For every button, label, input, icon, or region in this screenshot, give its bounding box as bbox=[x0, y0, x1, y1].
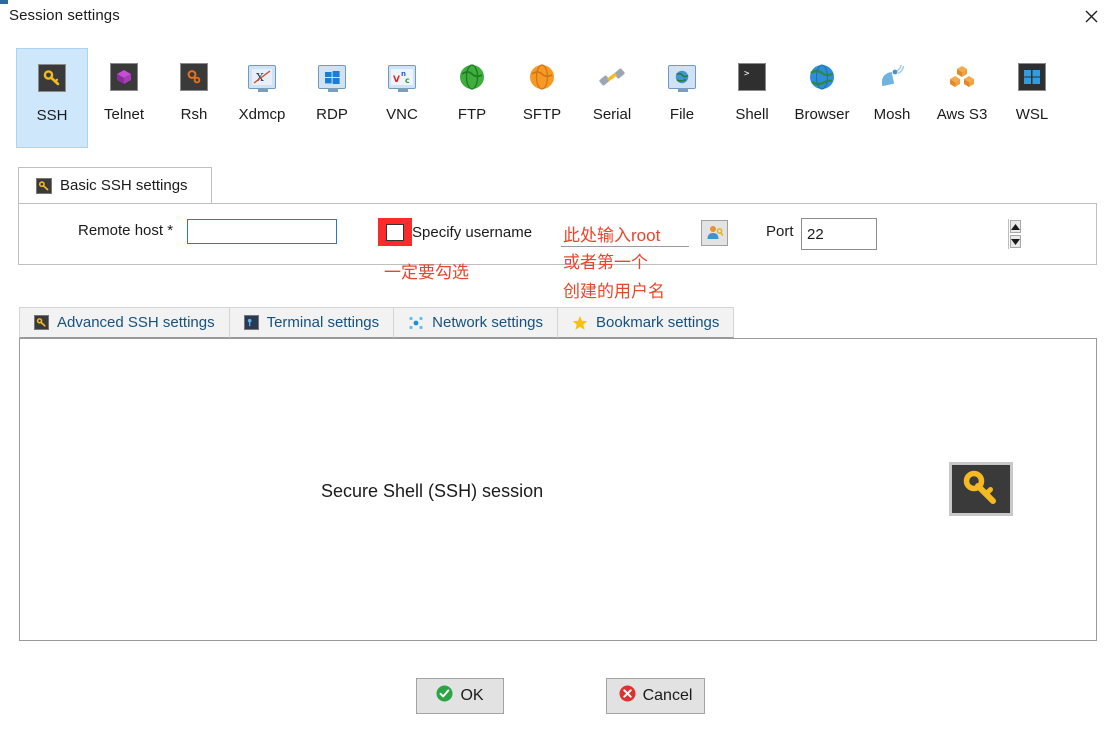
protocol-label: Aws S3 bbox=[936, 106, 988, 123]
protocol-vnc[interactable]: V n c VNC bbox=[366, 48, 438, 148]
cross-circle-icon bbox=[619, 685, 636, 707]
protocol-browser[interactable]: Browser bbox=[786, 48, 858, 148]
ok-button[interactable]: OK bbox=[416, 678, 504, 714]
aws-s3-cubes-icon bbox=[947, 62, 977, 92]
ftp-green-globe-icon bbox=[457, 62, 487, 92]
svg-text:V: V bbox=[393, 75, 400, 85]
protocol-label: Xdmcp bbox=[238, 106, 286, 123]
wsl-windows-icon bbox=[1017, 62, 1047, 92]
xdmcp-monitor-icon: X bbox=[247, 62, 277, 92]
tab-terminal-settings[interactable]: Terminal settings bbox=[228, 307, 395, 338]
network-nodes-icon bbox=[408, 315, 424, 331]
window-title: Session settings bbox=[9, 7, 120, 24]
username-input[interactable] bbox=[561, 220, 689, 247]
annotation-checkbox-note: 一定要勾选 bbox=[384, 263, 469, 283]
tab-label: Bookmark settings bbox=[596, 314, 720, 331]
sftp-orange-globe-icon bbox=[527, 62, 557, 92]
mosh-satellite-icon bbox=[877, 62, 907, 92]
vnc-monitor-icon: V n c bbox=[387, 62, 417, 92]
user-key-icon[interactable] bbox=[701, 220, 728, 246]
tab-label: Network settings bbox=[432, 314, 544, 331]
annotation-username-note-2: 创建的用户名 bbox=[563, 282, 665, 302]
protocol-label: File bbox=[669, 106, 695, 123]
remote-host-input[interactable] bbox=[187, 219, 337, 244]
telnet-cube-icon bbox=[109, 62, 139, 92]
annotation-username-note-1: 或者第一个 bbox=[563, 253, 648, 273]
tab-network-settings[interactable]: Network settings bbox=[393, 307, 559, 338]
protocol-label: FTP bbox=[457, 106, 487, 123]
protocol-wsl[interactable]: WSL bbox=[996, 48, 1068, 148]
protocol-xdmcp[interactable]: X Xdmcp bbox=[226, 48, 298, 148]
serial-plug-icon bbox=[597, 62, 627, 92]
ssh-key-icon bbox=[949, 462, 1013, 516]
protocol-telnet[interactable]: Telnet bbox=[88, 48, 160, 148]
protocol-label: Telnet bbox=[103, 106, 145, 123]
cancel-button[interactable]: Cancel bbox=[606, 678, 705, 714]
check-circle-icon bbox=[436, 685, 453, 707]
protocol-sftp[interactable]: SFTP bbox=[506, 48, 578, 148]
protocol-label: Serial bbox=[592, 106, 632, 123]
spinner-up-icon[interactable] bbox=[1010, 220, 1021, 233]
protocol-label: Mosh bbox=[873, 106, 911, 123]
protocol-label: Browser bbox=[794, 106, 850, 123]
session-preview-panel bbox=[19, 338, 1097, 641]
protocol-label: Shell bbox=[735, 106, 769, 123]
protocol-toolbar: SSH Telnet Rsh X Xdmcp RDP V n c VNC FTP… bbox=[0, 36, 1114, 148]
specify-username-label: Specify username bbox=[412, 224, 533, 241]
title-bar-divider bbox=[0, 32, 1114, 33]
title-bar: Session settings bbox=[0, 0, 1114, 33]
spinner-down-icon[interactable] bbox=[1010, 235, 1021, 248]
shell-terminal-icon: > bbox=[737, 62, 767, 92]
port-spinner bbox=[1008, 219, 1022, 249]
session-caption: Secure Shell (SSH) session bbox=[321, 481, 544, 501]
star-icon bbox=[572, 315, 588, 331]
tab-bookmark-settings[interactable]: Bookmark settings bbox=[557, 307, 735, 338]
ssh-key-icon bbox=[36, 177, 52, 194]
tab-basic-ssh-settings[interactable]: Basic SSH settings bbox=[18, 167, 212, 203]
svg-text:X: X bbox=[256, 71, 264, 84]
protocol-file[interactable]: File bbox=[646, 48, 718, 148]
tab-label: Basic SSH settings bbox=[60, 177, 188, 194]
protocol-rsh[interactable]: Rsh bbox=[158, 48, 230, 148]
protocol-label: VNC bbox=[386, 106, 418, 123]
protocol-aws-s3[interactable]: Aws S3 bbox=[926, 48, 998, 148]
protocol-ftp[interactable]: FTP bbox=[436, 48, 508, 148]
protocol-rdp[interactable]: RDP bbox=[296, 48, 368, 148]
tab-advanced-ssh-settings[interactable]: Advanced SSH settings bbox=[19, 307, 230, 338]
protocol-shell[interactable]: > Shell bbox=[716, 48, 788, 148]
window-accent bbox=[0, 0, 8, 4]
protocol-ssh[interactable]: SSH bbox=[16, 48, 88, 148]
port-field-wrapper bbox=[801, 218, 1021, 250]
ok-button-label: OK bbox=[460, 687, 484, 704]
browser-globe-icon bbox=[807, 62, 837, 92]
protocol-label: SSH bbox=[36, 107, 68, 124]
protocol-serial[interactable]: Serial bbox=[576, 48, 648, 148]
protocol-label: WSL bbox=[1015, 106, 1049, 123]
protocol-label: SFTP bbox=[522, 106, 562, 123]
close-icon[interactable] bbox=[1068, 0, 1114, 32]
cancel-button-label: Cancel bbox=[642, 687, 693, 704]
ssh-key-icon bbox=[34, 315, 49, 330]
protocol-label: RDP bbox=[316, 106, 348, 123]
specify-username-checkbox[interactable] bbox=[386, 224, 404, 241]
port-label: Port bbox=[766, 223, 794, 240]
tab-label: Terminal settings bbox=[266, 314, 380, 331]
protocol-label: Rsh bbox=[180, 106, 208, 123]
remote-host-label: Remote host * bbox=[78, 222, 174, 239]
file-globe-monitor-icon bbox=[667, 62, 697, 92]
ssh-key-icon bbox=[37, 63, 67, 93]
settings-tab-row: Advanced SSH settings Terminal settings … bbox=[19, 307, 735, 338]
svg-text:>: > bbox=[744, 69, 750, 79]
svg-text:c: c bbox=[405, 76, 410, 85]
rdp-windows-icon bbox=[317, 62, 347, 92]
port-input[interactable] bbox=[802, 219, 1008, 249]
rsh-gears-icon bbox=[179, 62, 209, 92]
protocol-mosh[interactable]: Mosh bbox=[856, 48, 928, 148]
terminal-icon bbox=[243, 315, 259, 330]
tab-label: Advanced SSH settings bbox=[57, 314, 215, 331]
